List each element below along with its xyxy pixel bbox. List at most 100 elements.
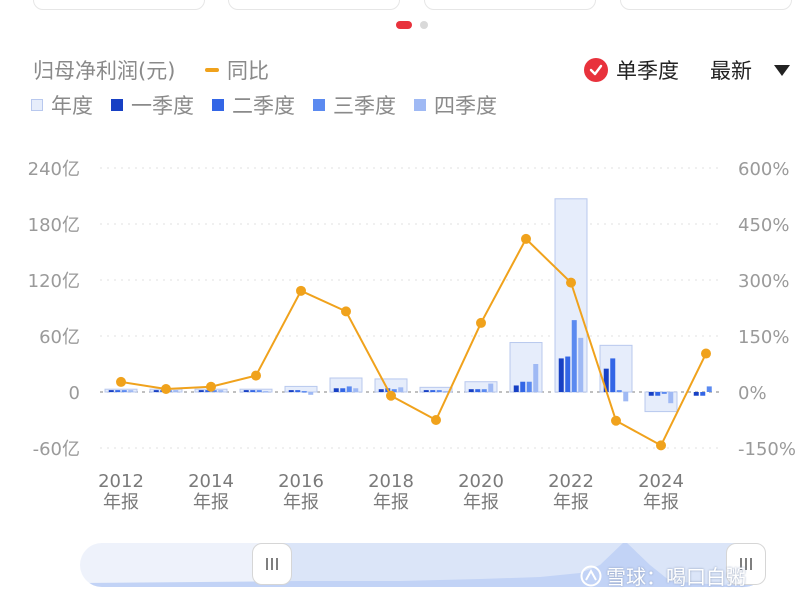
x-tick-label-suffix: 年报	[373, 492, 409, 513]
snowball-logo-icon	[580, 565, 602, 586]
quarter-bar	[121, 390, 127, 392]
quarter-bar	[603, 368, 609, 392]
x-tick-label-suffix: 年报	[193, 492, 229, 513]
carousel-dot[interactable]	[420, 21, 428, 29]
yoy-line-swatch	[205, 68, 219, 72]
y-tick-label-right: 450%	[738, 215, 789, 236]
yoy-line-path	[120, 237, 707, 447]
quarter-bar	[488, 383, 494, 392]
quarter-bar	[610, 358, 616, 392]
yoy-point	[206, 381, 216, 392]
quarter-bar	[706, 386, 712, 392]
range-handle-left[interactable]	[252, 543, 292, 585]
carousel-card[interactable]	[33, 0, 205, 10]
y-tick-label-left: 240亿	[28, 159, 80, 180]
yoy-point	[701, 348, 711, 359]
legend-swatch	[313, 99, 325, 111]
quarter-bar	[693, 392, 699, 396]
quarter-bar	[173, 390, 179, 392]
single-quarter-toggle[interactable]: 单季度	[584, 55, 679, 85]
quarter-bar	[430, 390, 436, 392]
chart-title: 归母净利润(元)	[33, 59, 176, 83]
quarter-bar	[623, 392, 629, 402]
legend-label: 四季度	[434, 94, 497, 118]
quarter-bar	[205, 390, 211, 392]
yoy-legend-label: 同比	[227, 59, 269, 83]
annual-bar	[464, 381, 498, 393]
x-tick-label-suffix: 年报	[463, 492, 499, 513]
x-tick-label: 2022	[548, 471, 594, 492]
legend-item-annual[interactable]: 年度	[31, 90, 93, 120]
legend-item-q3[interactable]: 三季度	[313, 90, 396, 120]
annual-bar	[284, 385, 318, 393]
quarter-bar	[443, 391, 449, 393]
legend-label: 一季度	[131, 94, 194, 118]
annual-bar	[374, 378, 408, 393]
quarter-bar	[333, 388, 339, 392]
yoy-point	[341, 306, 351, 317]
y-tick-label-left: -60亿	[33, 439, 80, 460]
carousel-card[interactable]	[424, 0, 596, 10]
grip-icon	[266, 558, 278, 570]
watermark-text: 雪球：喝口白粥	[606, 565, 746, 589]
annual-bar	[104, 388, 138, 393]
legend-label: 二季度	[232, 94, 295, 118]
legend-item-q1[interactable]: 一季度	[111, 90, 194, 120]
axis-labels: 240亿 600% 180亿 450% 120亿 300% 60亿 150% 0 0% -60亿 -1…	[28, 159, 796, 513]
legend-item-q4[interactable]: 四季度	[414, 90, 497, 120]
quarter-bar	[295, 390, 301, 392]
x-tick-label: 2016	[278, 471, 324, 492]
yoy-line	[116, 233, 711, 451]
y-tick-label-right: 300%	[738, 271, 789, 292]
quarter-bar	[571, 320, 577, 392]
x-tick-label: 2012	[98, 471, 144, 492]
quarter-bar	[346, 386, 352, 392]
yoy-point	[386, 390, 396, 401]
annual-bar	[509, 342, 543, 393]
sort-dropdown[interactable]: 最新	[710, 55, 790, 85]
quarter-bar	[115, 390, 121, 392]
quarter-bar	[661, 392, 667, 394]
annual-bar	[599, 344, 633, 393]
quarter-bar	[655, 392, 661, 396]
quarter-bar	[578, 337, 584, 392]
x-tick-label: 2018	[368, 471, 414, 492]
quarter-bar	[533, 364, 539, 392]
series-legend: 年度 一季度 二季度 三季度 四季度	[31, 90, 515, 120]
quarter-bar	[288, 390, 294, 392]
y-tick-label-right: -150%	[738, 439, 796, 460]
legend-swatch	[212, 99, 224, 111]
quarter-bar	[648, 392, 654, 396]
quarter-bar	[391, 389, 397, 392]
quarter-bar	[513, 385, 519, 392]
grid-layer	[100, 167, 722, 449]
y-tick-label-left: 180亿	[28, 215, 80, 236]
quarter-bar	[423, 390, 429, 392]
yoy-point	[296, 285, 306, 296]
y-tick-label-right: 0%	[738, 383, 767, 404]
annual-bar	[419, 386, 453, 393]
x-tick-label-suffix: 年报	[643, 492, 679, 513]
quarter-bar	[398, 387, 404, 392]
quarter-bar	[353, 388, 359, 392]
quarter-bar	[243, 390, 249, 392]
legend-label: 年度	[51, 94, 93, 118]
yoy-point	[566, 277, 576, 288]
x-tick-label: 2014	[188, 471, 234, 492]
quarter-bar	[166, 390, 172, 392]
legend-swatch	[31, 99, 43, 111]
quarter-bar	[301, 391, 307, 393]
yoy-legend[interactable]: 同比	[205, 55, 269, 85]
carousel-card[interactable]	[228, 0, 400, 10]
quarter-bar	[308, 392, 314, 395]
quarter-bar	[378, 389, 384, 392]
annual-bar	[554, 198, 588, 393]
quarter-bar	[256, 390, 262, 392]
annual-bar	[194, 388, 228, 393]
y-tick-label-left: 120亿	[28, 271, 80, 292]
carousel-card[interactable]	[620, 0, 792, 10]
legend-item-q2[interactable]: 二季度	[212, 90, 295, 120]
yoy-point	[476, 317, 486, 328]
carousel-dot-active[interactable]	[396, 21, 412, 29]
yoy-point	[251, 370, 261, 381]
